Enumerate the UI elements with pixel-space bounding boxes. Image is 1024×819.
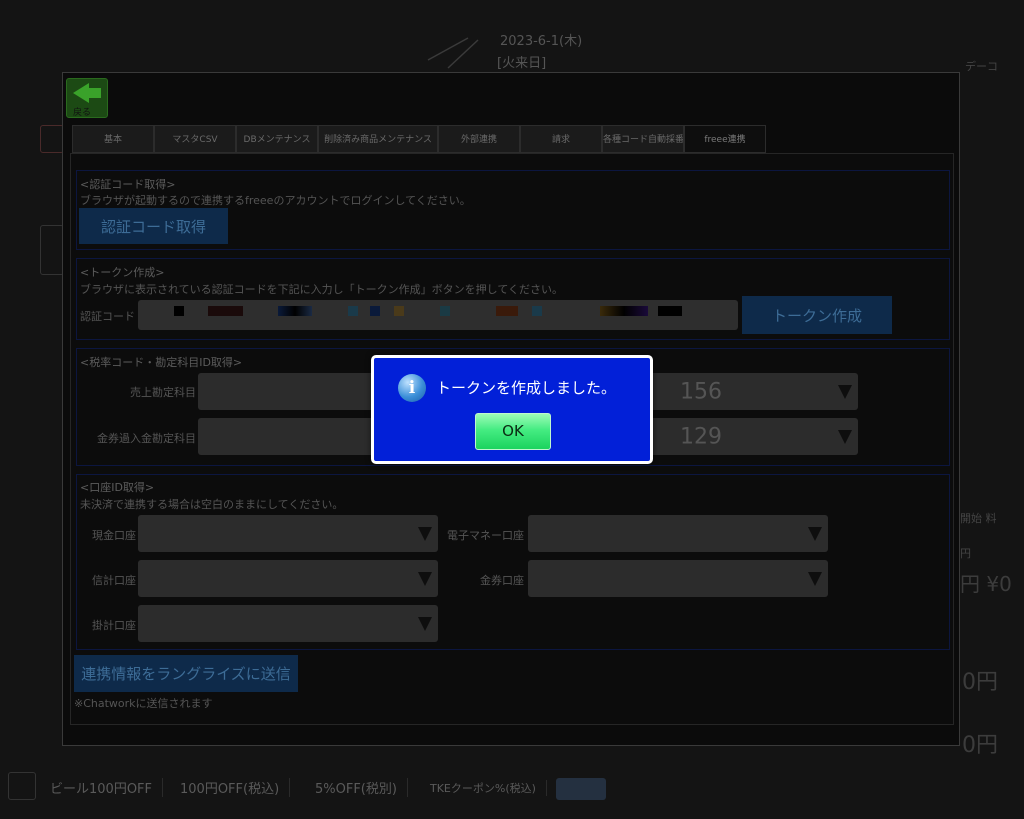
ok-button[interactable]: OK [475,413,551,450]
tab-freee: freee連携 [684,125,766,153]
voucher-account-label: 金券口座 [480,574,524,587]
other-account-label: 掛計口座 [92,619,136,632]
send-to-langrize-button: 連携情報をラングライズに送信 [74,655,298,692]
discount-badge [556,778,606,800]
discount-button: 100円OFF(税込) [170,778,291,797]
background-side-text-2: 円 [960,547,971,560]
tab-billing: 請求 [520,125,602,153]
voucher-account-select [528,560,828,597]
account-section-desc: 未決済で連携する場合は空白のままにしてください。 [80,498,344,511]
emoney-account-select [528,515,828,552]
credit-account-select [138,560,438,597]
chevron-down-icon [808,571,822,586]
tab-master-csv: マスタCSV [154,125,236,153]
voucher-overpay-label: 金券過入金勘定科目 [97,432,196,445]
back-button: 戻る [66,78,108,118]
background-left-button [40,125,64,153]
sales-account-label: 売上勘定科目 [130,386,196,399]
chevron-down-icon [838,429,852,444]
sales-account-value: 156 [680,379,722,404]
emoney-account-label: 電子マネー口座 [447,529,524,542]
info-icon: i [398,374,426,402]
tab-deleted-products: 削除済み商品メンテナンス [318,125,438,153]
background-amount-1: 0円 [962,670,998,695]
discount-bar-icon [8,772,36,800]
discount-button: 5%OFF(税別) [305,778,408,797]
background-top-right-text: デーコ [965,60,998,73]
tab-basic: 基本 [72,125,154,153]
auth-code-label: 認証コード [80,310,135,323]
chatwork-note: ※Chatworkに送信されます [74,697,213,710]
token-created-dialog: i トークンを作成しました。 OK [371,355,653,464]
account-section-title: <口座ID取得> [80,481,155,494]
other-account-select [138,605,438,642]
clock-graphic [427,37,479,69]
auth-section-desc: ブラウザが起動するので連携するfreeeのアカウントでログインしてください。 [80,194,471,207]
discount-button: ビール100円OFF [40,778,164,797]
get-auth-code-button: 認証コード取得 [79,208,228,244]
voucher-overpay-value: 129 [680,424,722,449]
settings-tabs: 基本 マスタCSV DBメンテナンス 削除済み商品メンテナンス 外部連携 請求 … [72,125,766,153]
credit-account-label: 信計口座 [92,574,136,587]
tab-db-maintenance: DBメンテナンス [236,125,318,153]
discount-button: TKEクーポン%(税込) [420,780,547,796]
back-button-label: 戻る [73,108,92,118]
background-date: 2023-6-1(木) [500,34,583,49]
dialog-message: トークンを作成しました。 [436,379,617,397]
auth-section-title: <認証コード取得> [80,178,176,191]
tab-external: 外部連携 [438,125,520,153]
create-token-button: トークン作成 [742,296,892,334]
background-side-text: 開始 料 [960,512,997,525]
token-section-desc: ブラウザに表示されている認証コードを下記に入力し「トークン作成」ボタンを押してく… [80,283,564,296]
token-section-title: <トークン作成> [80,266,165,279]
chevron-down-icon [838,384,852,399]
background-amount-2: 0円 [962,733,998,758]
background-yen-total: 円 ¥0 [960,572,1012,596]
chevron-down-icon [418,616,432,631]
chevron-down-icon [808,526,822,541]
auth-code-input [138,300,738,330]
background-day-label: [火来日] [497,56,547,71]
chevron-down-icon [418,571,432,586]
cash-account-label: 現金口座 [92,529,136,542]
back-arrow-icon-tail [87,88,101,98]
cash-account-select [138,515,438,552]
tax-section-title: <税率コード・勘定科目ID取得> [80,356,243,369]
chevron-down-icon [418,526,432,541]
tab-auto-numbering: 各種コード自動採番 [602,125,684,153]
background-left-panel [40,225,64,275]
